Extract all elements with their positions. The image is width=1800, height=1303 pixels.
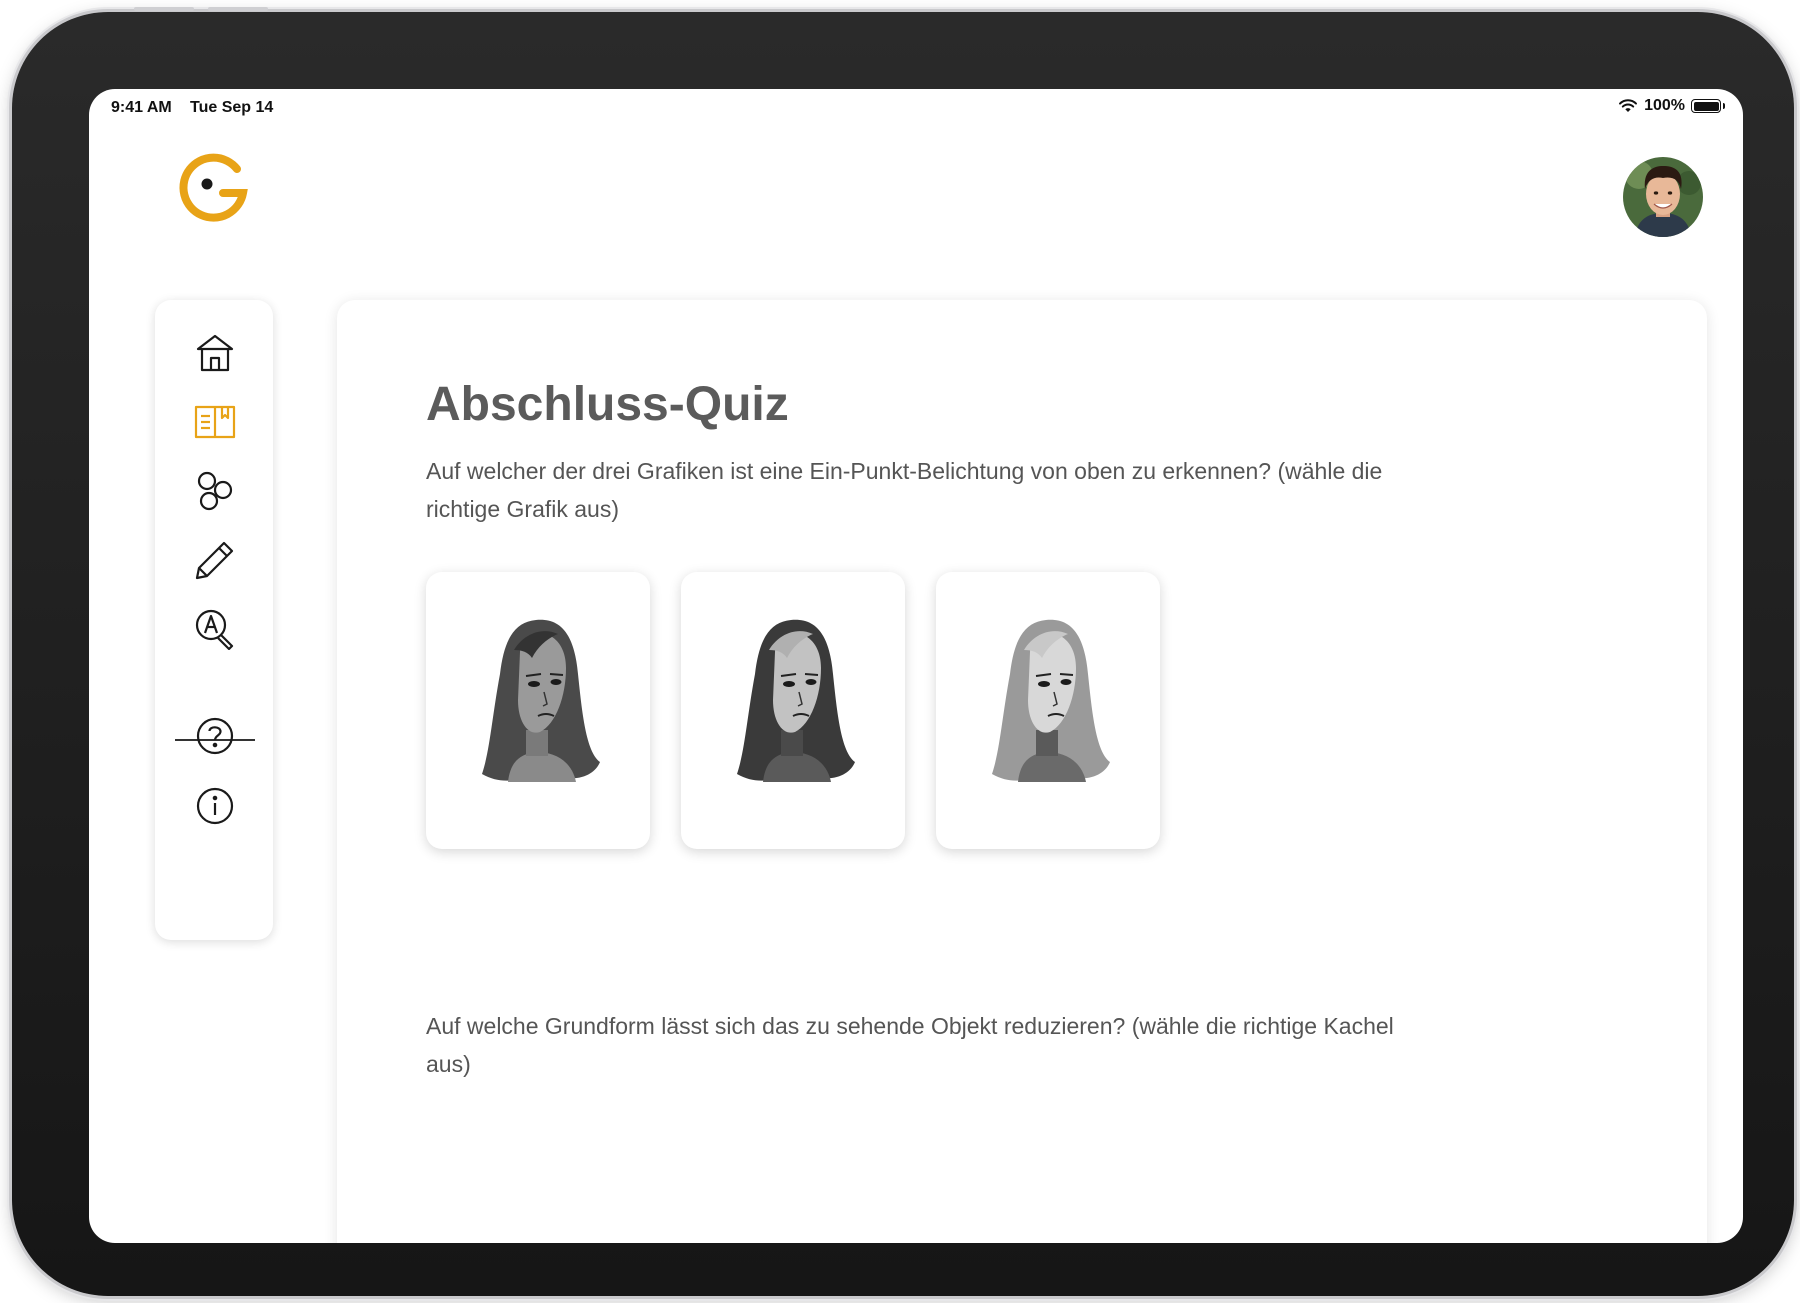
sidebar	[155, 300, 273, 940]
status-time: 9:41 AM	[111, 99, 172, 116]
battery-icon	[1691, 99, 1725, 113]
answer-tile-3[interactable]	[936, 572, 1160, 849]
question-2: Auf welche Grundform lässt sich das zu s…	[426, 1013, 1394, 1077]
nav-home[interactable]	[194, 332, 236, 374]
page-title: Abschluss-Quiz	[426, 378, 789, 431]
nav-book[interactable]	[194, 401, 236, 443]
portrait-drawing-3	[992, 619, 1110, 782]
portrait-drawing-2	[737, 619, 855, 782]
battery-percent: 100%	[1644, 97, 1685, 114]
nav-pencil[interactable]	[194, 539, 236, 581]
user-avatar[interactable]	[1623, 157, 1703, 237]
status-date: Tue Sep 14	[190, 99, 274, 116]
g-logo-icon[interactable]	[173, 149, 253, 229]
nav-info[interactable]	[194, 785, 236, 827]
volume-button	[134, 7, 194, 11]
circles-icon	[197, 471, 233, 511]
ipad-frame: 9:41 AM Tue Sep 14 100% Abschluss-Quiz A…	[12, 7, 1794, 1296]
letter-search-icon	[195, 609, 234, 650]
home-icon	[196, 334, 234, 372]
status-right: 100%	[1618, 97, 1725, 115]
volume-button	[208, 7, 268, 11]
answer-tile-1[interactable]	[426, 572, 650, 849]
book-icon	[194, 405, 236, 439]
answer-tile-2[interactable]	[681, 572, 905, 849]
screen: 9:41 AM Tue Sep 14 100% Abschluss-Quiz A…	[89, 89, 1743, 1243]
pencil-icon	[195, 541, 234, 580]
status-bar: 9:41 AM Tue Sep 14 100%	[89, 95, 1743, 119]
nav-circles[interactable]	[194, 470, 236, 512]
nav-letter-search[interactable]	[194, 608, 236, 650]
portrait-drawing-1	[482, 619, 600, 782]
quiz-card: Abschluss-Quiz Auf welcher der drei Graf…	[337, 300, 1707, 1243]
wifi-icon	[1619, 99, 1638, 112]
help-icon	[196, 717, 234, 755]
info-icon	[196, 787, 234, 825]
nav-help[interactable]	[194, 715, 236, 757]
question-1: Auf welcher der drei Grafiken ist eine E…	[426, 458, 1383, 522]
